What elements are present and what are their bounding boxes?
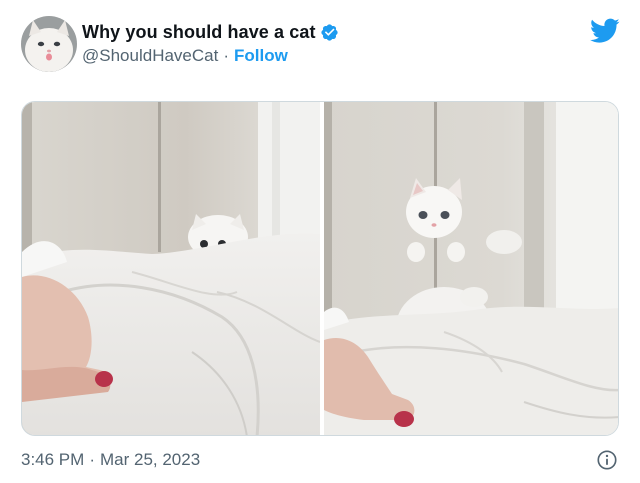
twitter-bird-icon[interactable]	[590, 18, 620, 44]
kitten-peeking-photo[interactable]	[22, 102, 320, 435]
info-icon[interactable]	[596, 449, 618, 471]
kitten-leaping-photo[interactable]	[324, 102, 618, 435]
author-display-name[interactable]: Why you should have a cat	[82, 22, 316, 43]
avatar[interactable]	[21, 16, 77, 72]
author-handle-row: @ShouldHaveCat · Follow	[82, 45, 288, 67]
tweet-card: Why you should have a cat @ShouldHaveCat…	[0, 0, 640, 483]
kitten-leaping-over-blanket-image	[324, 102, 618, 435]
tweet-date: Mar 25, 2023	[99, 450, 201, 469]
tweet-time: 3:46 PM	[21, 450, 85, 469]
handle-separator: ·	[223, 46, 230, 65]
author-name-row: Why you should have a cat	[82, 20, 339, 44]
follow-button[interactable]: Follow	[234, 46, 288, 66]
timestamp-separator: ·	[89, 450, 95, 469]
tweet-media[interactable]	[21, 101, 619, 436]
cat-avatar-image	[21, 16, 77, 72]
verified-badge-icon	[320, 23, 338, 41]
tweet-timestamp[interactable]: 3:46 PM · Mar 25, 2023	[21, 449, 200, 471]
kitten-peeking-over-blanket-image	[22, 102, 320, 435]
author-handle[interactable]: @ShouldHaveCat	[82, 46, 218, 66]
